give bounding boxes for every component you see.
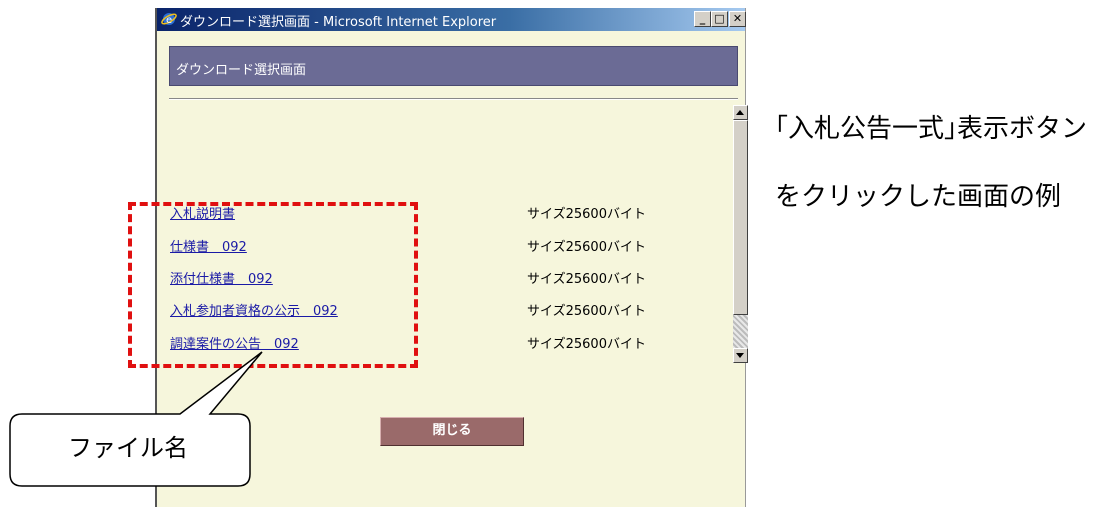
callout-label: ファイル名 [68, 434, 188, 462]
caption-line-1: ｢入札公告一式｣表示ボタン [775, 114, 1088, 144]
caption-line-2: をクリックした画面の例 [775, 182, 1062, 212]
